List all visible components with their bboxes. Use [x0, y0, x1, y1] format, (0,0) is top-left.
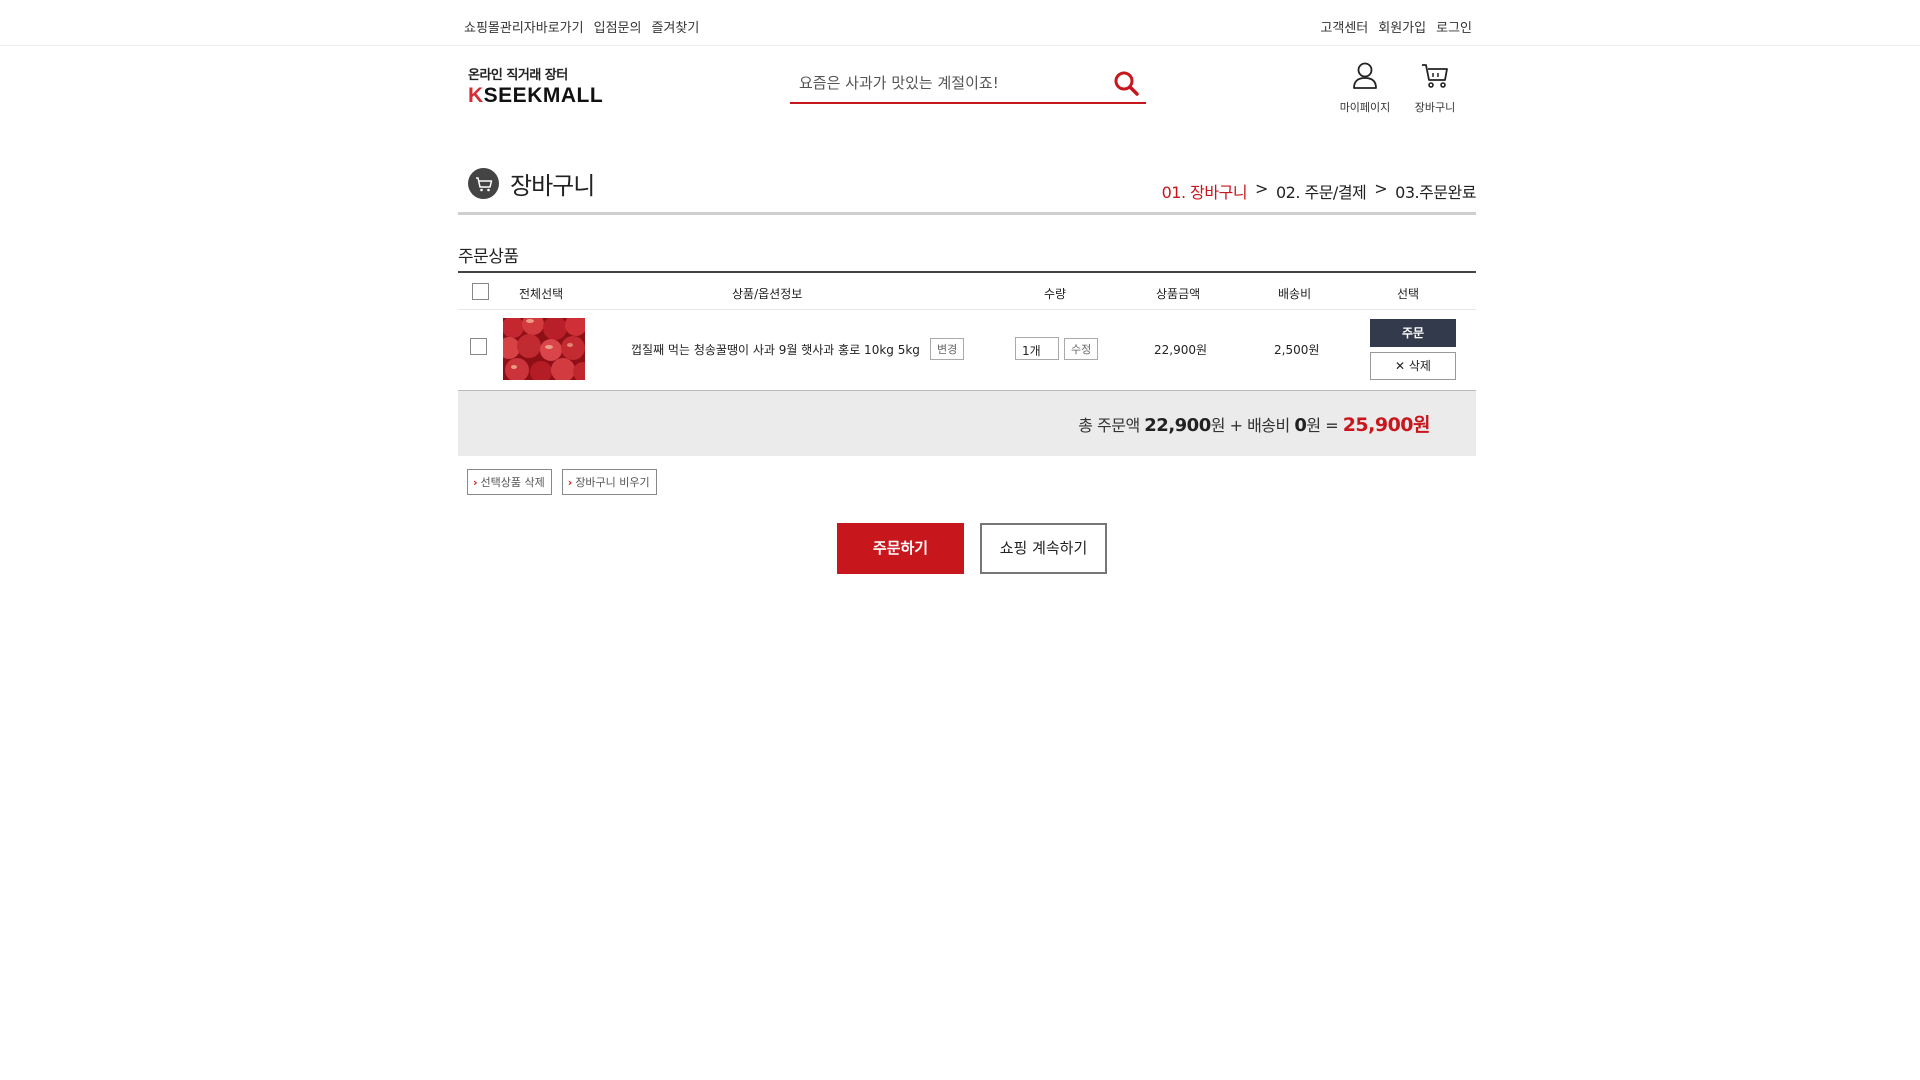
quantity-field[interactable]: 1개	[1015, 337, 1059, 360]
product-name[interactable]: 껍질째 먹는 청송꿀땡이 사과 9월 햇사과 홍로 10kg 5kg	[631, 341, 920, 358]
main-buttons: 주문하기 쇼핑 계속하기	[837, 523, 1107, 574]
close-icon: ✕	[1395, 359, 1409, 373]
cart-table: 전체선택 상품/옵션정보 수량 상품금액 배송비 선택 껍질째 먹는 청송꿀땡이…	[458, 271, 1476, 392]
cart-button[interactable]: 장바구니	[1406, 60, 1464, 115]
order-total-summary: 총 주문액 22,900원 + 배송비 0원 = 25,900원	[1078, 414, 1431, 436]
table-header: 전체선택 상품/옵션정보 수량 상품금액 배송비 선택	[458, 273, 1476, 310]
shipping-amount: 0	[1294, 415, 1307, 436]
header-product: 상품/옵션정보	[732, 287, 803, 301]
grand-total: 25,900원	[1342, 414, 1431, 436]
step-cart: 01. 장바구니	[1161, 183, 1248, 202]
product-thumbnail[interactable]	[498, 313, 593, 383]
top-links-right: 고객센터 회원가입 로그인	[1320, 17, 1472, 36]
admin-shortcut-link[interactable]: 쇼핑몰관리자바로가기	[464, 17, 584, 36]
header-shipping: 배송비	[1278, 287, 1312, 301]
cart-icon	[1422, 64, 1448, 88]
cart-circle-icon	[468, 168, 499, 199]
cart-actions: › 선택상품 삭제 › 장바구니 비우기	[467, 469, 657, 495]
empty-cart-button[interactable]: › 장바구니 비우기	[561, 469, 657, 495]
top-links-left: 쇼핑몰관리자바로가기 입점문의 즐겨찾기	[464, 17, 699, 36]
customer-center-link[interactable]: 고객센터	[1320, 17, 1368, 36]
order-total-bar: 총 주문액 22,900원 + 배송비 0원 = 25,900원	[458, 391, 1476, 456]
page-title: 장바구니	[510, 172, 595, 200]
search-button[interactable]	[1112, 69, 1140, 97]
user-icon	[1353, 62, 1377, 89]
step-checkout: 02. 주문/결제	[1275, 183, 1367, 202]
step-separator: >	[1255, 179, 1268, 198]
delete-selected-button[interactable]: › 선택상품 삭제	[467, 469, 552, 495]
page-header: 장바구니 01. 장바구니 > 02. 주문/결제 > 03.주문완료	[458, 160, 1476, 215]
header-qty: 수량	[1044, 287, 1067, 301]
checkout-button[interactable]: 주문하기	[837, 523, 964, 574]
cart-label: 장바구니	[1414, 101, 1456, 114]
header-icons: 마이페이지 장바구니	[1336, 60, 1464, 115]
chevron-right-icon: ›	[473, 476, 478, 489]
search-input[interactable]	[790, 66, 1100, 100]
logo-wordmark: KSEEKMALL	[468, 84, 604, 107]
order-steps: 01. 장바구니 > 02. 주문/결제 > 03.주문완료	[1161, 179, 1477, 203]
header-choice: 선택	[1397, 287, 1420, 301]
header-select-all: 전체선택	[519, 287, 564, 301]
search-bar	[790, 66, 1146, 104]
step-complete: 03.주문완료	[1395, 183, 1476, 202]
modify-qty-button[interactable]: 수정	[1064, 338, 1099, 360]
bookmark-link[interactable]: 즐겨찾기	[651, 17, 699, 36]
continue-shopping-button[interactable]: 쇼핑 계속하기	[980, 523, 1107, 574]
search-icon	[1114, 71, 1139, 96]
order-item-button[interactable]: 주문	[1370, 319, 1456, 347]
chevron-right-icon: ›	[567, 476, 573, 489]
mypage-label: 마이페이지	[1339, 101, 1391, 114]
step-separator: >	[1374, 179, 1388, 198]
mypage-button[interactable]: 마이페이지	[1336, 60, 1394, 115]
header-price: 상품금액	[1156, 287, 1201, 301]
delete-item-button[interactable]: ✕ 삭제	[1370, 352, 1456, 380]
signup-link[interactable]: 회원가입	[1378, 17, 1426, 36]
site-logo[interactable]: 온라인 직거래 장터 KSEEKMALL	[468, 64, 603, 108]
product-price: 22,900원	[1154, 343, 1208, 357]
order-amount: 22,900	[1144, 415, 1211, 436]
shipping-fee: 2,500원	[1274, 343, 1320, 357]
row-checkbox[interactable]	[470, 338, 487, 355]
top-utility-bar: 쇼핑몰관리자바로가기 입점문의 즐겨찾기 고객센터 회원가입 로그인	[0, 0, 1920, 46]
change-option-button[interactable]: 변경	[930, 338, 965, 360]
section-title: 주문상품	[458, 247, 519, 267]
store-inquiry-link[interactable]: 입점문의	[594, 17, 642, 36]
select-all-checkbox[interactable]	[472, 283, 489, 300]
table-row: 껍질째 먹는 청송꿀땡이 사과 9월 햇사과 홍로 10kg 5kg 변경 1개…	[458, 310, 1476, 392]
login-link[interactable]: 로그인	[1436, 17, 1472, 36]
logo-subtitle: 온라인 직거래 장터	[468, 68, 568, 83]
